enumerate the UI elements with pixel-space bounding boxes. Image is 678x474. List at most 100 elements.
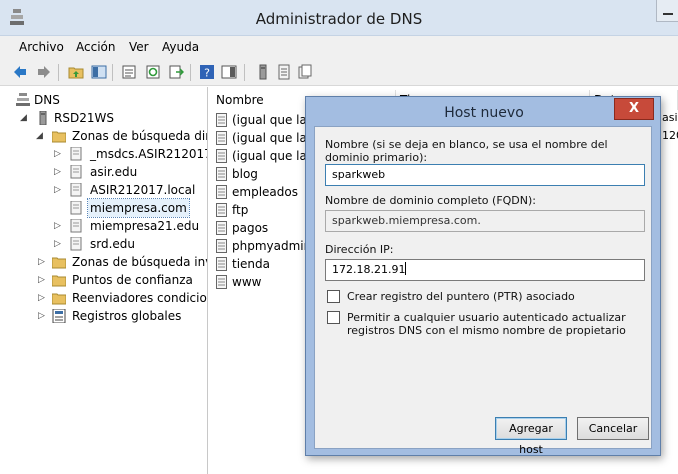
back-arrow-icon[interactable] bbox=[12, 64, 28, 80]
dialog-title: Host nuevo bbox=[444, 105, 524, 121]
tree-label: RSD21WS bbox=[54, 111, 114, 125]
show-tree-icon[interactable] bbox=[91, 64, 107, 80]
refresh-icon[interactable] bbox=[145, 64, 161, 80]
zone-icon bbox=[70, 201, 82, 215]
zone-icon bbox=[70, 183, 82, 197]
tree-label: srd.edu bbox=[90, 237, 136, 251]
folder-icon bbox=[52, 131, 66, 143]
records-icon[interactable] bbox=[297, 64, 313, 80]
menu-accion[interactable]: Acción bbox=[76, 40, 115, 54]
record-icon bbox=[216, 113, 227, 127]
properties-icon[interactable] bbox=[121, 64, 137, 80]
logs-icon bbox=[52, 309, 66, 323]
menu-ayuda[interactable]: Ayuda bbox=[162, 40, 199, 54]
collapse-arrow-icon[interactable]: ▷ bbox=[54, 145, 64, 163]
toolbar-separator bbox=[58, 64, 59, 81]
auth-update-checkbox[interactable] bbox=[327, 311, 340, 324]
ptr-label: Crear registro del puntero (PTR) asociad… bbox=[347, 290, 575, 303]
zone-icon bbox=[70, 237, 82, 251]
tree-label: DNS bbox=[34, 93, 60, 107]
name-input-value: sparkweb bbox=[332, 168, 386, 181]
server-icon[interactable] bbox=[255, 64, 271, 80]
fqdn-label: Nombre de dominio completo (FQDN): bbox=[325, 194, 536, 207]
zone-icon bbox=[70, 219, 82, 233]
record-name: www bbox=[232, 275, 262, 289]
ptr-checkbox[interactable] bbox=[327, 290, 340, 303]
tree-label: Registros globales bbox=[72, 309, 182, 323]
record-data-peek: 120 bbox=[662, 129, 678, 142]
menu-ver[interactable]: Ver bbox=[129, 40, 149, 54]
dialog-body: Nombre (si se deja en blanco, se usa el … bbox=[314, 126, 652, 456]
export-list-icon[interactable] bbox=[168, 64, 184, 80]
record-name: empleados bbox=[232, 185, 298, 199]
name-label: Nombre (si se deja en blanco, se usa el … bbox=[325, 138, 608, 164]
ip-input-value: 172.18.21.91 bbox=[332, 263, 406, 276]
ip-label: Dirección IP: bbox=[325, 243, 394, 256]
expand-arrow-icon[interactable]: ◢ bbox=[36, 127, 46, 145]
collapse-arrow-icon[interactable]: ▷ bbox=[38, 289, 48, 307]
record-icon bbox=[216, 221, 227, 235]
record-icon bbox=[216, 149, 227, 163]
cancel-button[interactable]: Cancelar bbox=[577, 417, 649, 440]
toolbar-separator bbox=[190, 64, 191, 81]
new-host-dialog: Host nuevo X Nombre (si se deja en blanc… bbox=[305, 96, 661, 456]
tree-label: Zonas de búsqueda directa bbox=[72, 129, 207, 143]
help-icon[interactable]: ? bbox=[199, 64, 215, 80]
window-title: Administrador de DNS bbox=[255, 10, 423, 28]
tree-label: Reenviadores condicionales bbox=[72, 291, 207, 305]
record-icon bbox=[216, 239, 227, 253]
menu-archivo[interactable]: Archivo bbox=[19, 40, 64, 54]
tree-label: _msdcs.ASIR212017.local bbox=[90, 147, 208, 161]
expand-arrow-icon[interactable]: ◢ bbox=[20, 109, 30, 127]
record-icon bbox=[216, 167, 227, 181]
collapse-arrow-icon[interactable]: ▷ bbox=[38, 307, 48, 325]
record-icon bbox=[216, 257, 227, 271]
collapse-arrow-icon[interactable]: ▷ bbox=[38, 253, 48, 271]
fqdn-field: sparkweb.miempresa.com. bbox=[325, 210, 645, 232]
ip-input[interactable]: 172.18.21.91 bbox=[325, 259, 645, 281]
tree-label: miempresa.com bbox=[87, 198, 190, 218]
collapse-arrow-icon[interactable]: ▷ bbox=[54, 217, 64, 235]
record-name: ftp bbox=[232, 203, 249, 217]
toolbar-separator bbox=[244, 64, 245, 81]
add-host-button[interactable]: Agregar host bbox=[495, 417, 567, 456]
tree-label: Puntos de confianza bbox=[72, 273, 193, 287]
record-name: tienda bbox=[232, 257, 270, 271]
server-icon bbox=[39, 111, 47, 125]
title-bar: Administrador de DNS bbox=[0, 0, 678, 36]
action-pane-icon[interactable] bbox=[221, 64, 237, 80]
auth-update-label: Permitir a cualquier usuario autenticado… bbox=[347, 311, 626, 337]
record-icon bbox=[216, 185, 227, 199]
collapse-arrow-icon[interactable]: ▷ bbox=[54, 235, 64, 253]
record-name: pagos bbox=[232, 221, 269, 235]
folder-icon bbox=[52, 293, 66, 305]
name-input[interactable]: sparkweb bbox=[325, 164, 645, 186]
collapse-arrow-icon[interactable]: ▷ bbox=[54, 181, 64, 199]
minimize-button[interactable] bbox=[656, 0, 678, 22]
record-name: phpmyadmin bbox=[232, 239, 312, 253]
record-icon bbox=[216, 131, 227, 145]
zone-list-icon[interactable] bbox=[276, 64, 292, 80]
dialog-close-button[interactable]: X bbox=[614, 98, 654, 120]
toolbar-separator bbox=[112, 64, 113, 81]
record-name: blog bbox=[232, 167, 258, 181]
record-icon bbox=[216, 275, 227, 289]
svg-text:?: ? bbox=[204, 67, 210, 80]
folder-icon bbox=[52, 257, 66, 269]
menu-bar: Archivo Acción Ver Ayuda bbox=[0, 36, 678, 58]
collapse-arrow-icon[interactable]: ▷ bbox=[54, 163, 64, 181]
record-icon bbox=[216, 203, 227, 217]
fqdn-field-value: sparkweb.miempresa.com. bbox=[332, 214, 481, 227]
folder-icon bbox=[52, 275, 66, 287]
collapse-arrow-icon[interactable]: ▷ bbox=[38, 271, 48, 289]
tree-label: Zonas de búsqueda inversa bbox=[72, 255, 207, 269]
text-caret bbox=[405, 262, 407, 275]
tree-label: asir.edu bbox=[90, 165, 138, 179]
zone-icon bbox=[70, 165, 82, 179]
forward-arrow-icon[interactable] bbox=[36, 64, 52, 80]
zone-icon bbox=[70, 147, 82, 161]
toolbar: ? bbox=[0, 58, 678, 86]
up-folder-icon[interactable] bbox=[68, 64, 84, 80]
tree-label: ASIR212017.local bbox=[90, 183, 196, 197]
record-data-peek: asir2 bbox=[662, 111, 678, 124]
